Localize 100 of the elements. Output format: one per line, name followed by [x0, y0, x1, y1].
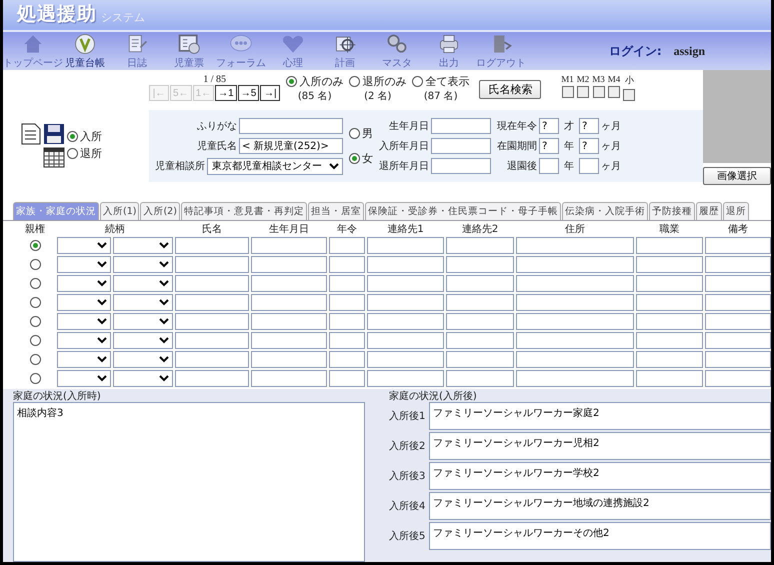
dropdown[interactable]: [57, 237, 111, 254]
input-field[interactable]: [329, 275, 365, 292]
input-field[interactable]: [251, 256, 327, 273]
input-field[interactable]: ?: [579, 118, 599, 134]
checkbox[interactable]: [577, 86, 590, 98]
dropdown[interactable]: [57, 275, 111, 292]
input-field[interactable]: [251, 370, 327, 387]
radio-button[interactable]: [30, 373, 40, 384]
input-field[interactable]: [516, 237, 634, 254]
input-field[interactable]: [446, 275, 514, 292]
tab[interactable]: 伝染病・入院手術: [562, 202, 648, 220]
radio-button[interactable]: [349, 76, 360, 87]
input-field[interactable]: [175, 256, 249, 273]
radio-button[interactable]: [349, 153, 360, 164]
input-field[interactable]: [705, 275, 771, 292]
text-area[interactable]: ファミリーソーシャルワーカー学校2: [429, 462, 771, 490]
text-area[interactable]: ファミリーソーシャルワーカー家庭2: [429, 402, 771, 430]
tab[interactable]: 履歴: [696, 202, 722, 220]
input-field[interactable]: [636, 351, 703, 368]
input-field[interactable]: [705, 332, 771, 349]
radio-button[interactable]: [30, 297, 40, 308]
dropdown[interactable]: [57, 370, 111, 387]
input-field[interactable]: [446, 332, 514, 349]
select-image-button[interactable]: 画像選択: [703, 167, 771, 185]
text-area[interactable]: ファミリーソーシャルワーカー児相2: [429, 432, 771, 460]
radio-button[interactable]: [30, 278, 40, 289]
input-field[interactable]: [705, 237, 771, 254]
radio-button[interactable]: [349, 128, 360, 139]
tab[interactable]: 退所: [722, 202, 749, 220]
input-field[interactable]: [431, 158, 491, 174]
radio-button[interactable]: [30, 335, 40, 346]
input-field[interactable]: [367, 256, 444, 273]
document-icon[interactable]: [20, 122, 42, 144]
input-field[interactable]: [367, 332, 444, 349]
checkbox[interactable]: [562, 86, 574, 98]
input-field[interactable]: [329, 370, 365, 387]
dropdown[interactable]: 東京都児童相談センター: [207, 158, 343, 174]
input-field[interactable]: < 新規児童(252)>: [239, 138, 343, 154]
checkbox[interactable]: [623, 89, 636, 101]
nav-button[interactable]: →|: [260, 85, 280, 101]
input-field[interactable]: [446, 294, 514, 311]
input-field[interactable]: [636, 294, 703, 311]
input-field[interactable]: [367, 370, 444, 387]
text-area[interactable]: 相談内容3: [13, 402, 365, 562]
radio-button[interactable]: [67, 148, 78, 159]
dropdown[interactable]: [57, 313, 111, 330]
calendar-icon[interactable]: [43, 146, 65, 168]
nav-button[interactable]: →1: [215, 85, 237, 101]
dropdown[interactable]: [57, 256, 111, 273]
input-field[interactable]: [516, 275, 634, 292]
input-field[interactable]: [636, 370, 703, 387]
input-field[interactable]: [367, 275, 444, 292]
input-field[interactable]: [516, 256, 634, 273]
input-field[interactable]: [516, 351, 634, 368]
input-field[interactable]: [705, 351, 771, 368]
search-button[interactable]: 氏名検索: [479, 80, 542, 99]
tab[interactable]: 特記事項・意見書・再判定: [180, 202, 307, 220]
input-field[interactable]: [446, 313, 514, 330]
input-field[interactable]: [329, 256, 365, 273]
input-field[interactable]: [705, 294, 771, 311]
input-field[interactable]: [329, 237, 365, 254]
input-field[interactable]: [446, 256, 514, 273]
input-field[interactable]: [251, 351, 327, 368]
radio-button[interactable]: [30, 259, 40, 270]
radio-button[interactable]: [30, 240, 40, 251]
input-field[interactable]: [636, 256, 703, 273]
input-field[interactable]: [367, 237, 444, 254]
input-field[interactable]: [251, 294, 327, 311]
input-field[interactable]: ?: [539, 138, 559, 154]
dropdown[interactable]: [57, 351, 111, 368]
input-field[interactable]: [175, 332, 249, 349]
input-field[interactable]: [636, 313, 703, 330]
tab[interactable]: 入所(1): [100, 202, 140, 220]
input-field[interactable]: [431, 118, 491, 134]
tab[interactable]: 予防接種: [648, 202, 695, 220]
tab[interactable]: 担当・居室: [308, 202, 364, 220]
input-field[interactable]: [251, 313, 327, 330]
input-field[interactable]: [446, 237, 514, 254]
input-field[interactable]: [516, 313, 634, 330]
dropdown[interactable]: [57, 332, 111, 349]
input-field[interactable]: [446, 351, 514, 368]
text-area[interactable]: ファミリーソーシャルワーカーその他2: [429, 522, 771, 550]
input-field[interactable]: [516, 332, 634, 349]
input-field[interactable]: [705, 370, 771, 387]
input-field[interactable]: [636, 237, 703, 254]
tab[interactable]: 入所(2): [140, 202, 180, 220]
radio-button[interactable]: [30, 354, 40, 365]
input-field[interactable]: [329, 332, 365, 349]
input-field[interactable]: [636, 275, 703, 292]
checkbox[interactable]: [608, 86, 620, 98]
checkbox[interactable]: [592, 86, 605, 98]
input-field[interactable]: [636, 332, 703, 349]
input-field[interactable]: [431, 138, 491, 154]
input-field[interactable]: [175, 351, 249, 368]
dropdown[interactable]: [57, 294, 111, 311]
input-field[interactable]: [175, 313, 249, 330]
input-field[interactable]: [239, 118, 343, 134]
input-field[interactable]: [516, 370, 634, 387]
input-field[interactable]: [251, 332, 327, 349]
input-field[interactable]: [175, 237, 249, 254]
